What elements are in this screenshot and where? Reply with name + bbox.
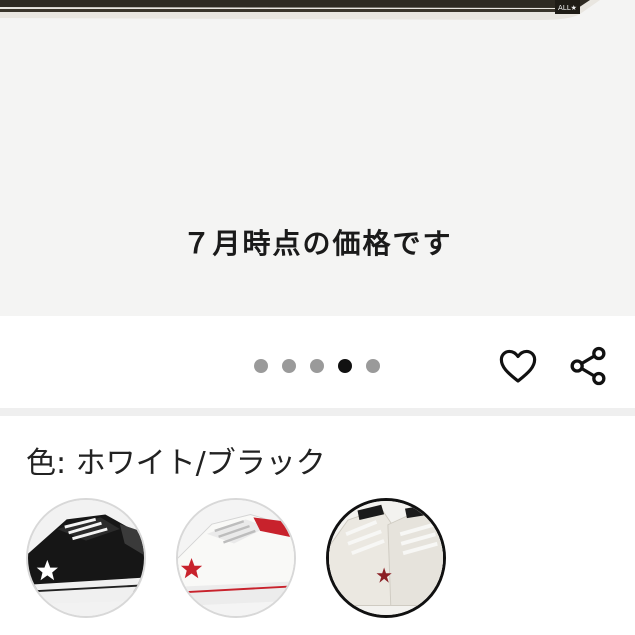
product-image-carousel[interactable]: ALL★ ７月時点の価格です (0, 0, 635, 316)
color-swatch-white-black-selected[interactable] (326, 498, 446, 618)
image-action-row (0, 316, 635, 408)
svg-text:ALL★: ALL★ (558, 4, 577, 12)
image-caption: ７月時点の価格です (182, 227, 453, 260)
black-sneaker-thumbnail (28, 500, 144, 616)
white-red-sneaker-thumbnail (178, 500, 294, 616)
heart-outline-icon (499, 349, 537, 383)
color-label: 色: ホワイト/ブラック (26, 446, 326, 481)
pager-dot-active[interactable] (338, 359, 352, 373)
pager-dot[interactable] (366, 359, 380, 373)
white-black-sneaker-thumbnail (329, 501, 443, 615)
color-swatch-black[interactable] (26, 498, 146, 618)
product-page: ALL★ ７月時点の価格です 色: ホワイト/ブラック (0, 0, 635, 635)
share-button[interactable] (566, 344, 610, 388)
color-swatch-white-red[interactable] (176, 498, 296, 618)
pager-dot[interactable] (254, 359, 268, 373)
shoe-sole-image: ALL★ (0, 0, 600, 20)
favorite-button[interactable] (496, 344, 540, 388)
pager-dot[interactable] (282, 359, 296, 373)
section-divider (0, 408, 635, 416)
pager-dot[interactable] (310, 359, 324, 373)
color-swatch-list (26, 498, 635, 635)
carousel-pager (254, 359, 380, 373)
share-icon (570, 346, 606, 386)
